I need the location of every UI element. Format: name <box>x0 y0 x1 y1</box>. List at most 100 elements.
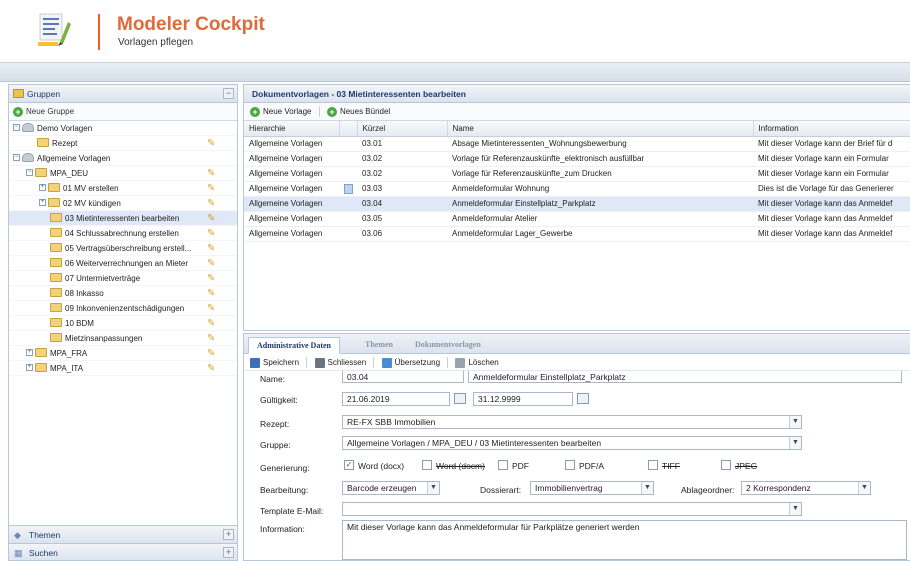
tree-item[interactable]: 10 BDM ✎ <box>9 316 237 331</box>
table-row[interactable]: Allgemeine Vorlagen 03.04 Anmeldeformular … <box>244 196 910 212</box>
tree-item[interactable]: 08 Inkasso ✎ <box>9 286 237 301</box>
tree-item[interactable]: Mietzinsanpassungen ✎ <box>9 331 237 346</box>
column-header[interactable]: Hierarchie <box>244 121 340 137</box>
pencil-icon[interactable]: ✎ <box>207 303 219 314</box>
tree-item[interactable]: − MPA_DEU ✎ <box>9 166 237 181</box>
email-template-select[interactable]: ▼ <box>342 502 802 516</box>
table-row[interactable]: Allgemeine Vorlagen 03.03 Anmeldeformular … <box>244 181 910 197</box>
information-textarea[interactable]: Mit dieser Vorlage kann das Anmeldeformu… <box>342 520 907 560</box>
dossier-select[interactable]: Immobilienvertrag ▼ <box>530 481 654 495</box>
themen-panel-header[interactable]: ◆ Themen + <box>9 525 237 543</box>
collapse-button[interactable]: − <box>223 88 234 99</box>
pencil-icon[interactable]: ✎ <box>207 318 219 329</box>
chevron-down-icon[interactable]: ▼ <box>789 503 801 515</box>
pencil-icon[interactable]: ✎ <box>207 168 219 179</box>
tree-item[interactable]: 03 Mietinteressenten bearbeiten ✎ <box>9 211 237 226</box>
collapse-icon[interactable]: − <box>13 154 20 162</box>
expand-icon[interactable]: + <box>26 349 33 357</box>
format-checkbox[interactable]: ✓ <box>344 460 354 470</box>
tab-document-templates[interactable]: Dokumentvorlagen <box>407 337 489 354</box>
expand-icon[interactable]: + <box>39 184 46 192</box>
valid-to-field[interactable]: 31.12.9999 <box>473 392 573 406</box>
pencil-icon[interactable]: ✎ <box>207 213 219 224</box>
edit-select[interactable]: Barcode erzeugen ▼ <box>342 481 440 495</box>
column-header[interactable] <box>339 121 358 137</box>
chevron-down-icon[interactable]: ▼ <box>789 437 801 449</box>
tree-item[interactable]: 04 Schlussabrechnung erstellen ✎ <box>9 226 237 241</box>
edit-value: Barcode erzeugen <box>347 483 417 493</box>
pencil-icon[interactable]: ✎ <box>207 288 219 299</box>
pencil-icon[interactable]: ✎ <box>207 243 219 254</box>
folder-select[interactable]: 2 Korrespondenz ▼ <box>741 481 871 495</box>
tree-item[interactable]: +01 MV erstellen ✎ <box>9 181 237 196</box>
expand-icon[interactable]: + <box>39 199 46 207</box>
information-label: Information: <box>260 524 305 534</box>
tree-item-label: 07 Untermietverträge <box>65 274 141 283</box>
tree-item[interactable]: + MPA_FRA ✎ <box>9 346 237 361</box>
pencil-icon[interactable]: ✎ <box>207 363 219 374</box>
calendar-icon[interactable] <box>454 393 466 404</box>
tree-item-label: Demo Vorlagen <box>37 124 93 133</box>
column-header[interactable]: Information <box>753 121 910 137</box>
pencil-icon[interactable]: ✎ <box>207 198 219 209</box>
folder-icon <box>35 168 47 178</box>
pencil-icon[interactable]: ✎ <box>207 333 219 344</box>
chevron-down-icon[interactable]: ▼ <box>641 482 653 494</box>
new-group-button[interactable]: + Neue Gruppe <box>9 103 237 121</box>
valid-from-field[interactable]: 21.06.2019 <box>342 392 450 406</box>
chevron-down-icon[interactable]: ▼ <box>789 416 801 428</box>
format-checkbox[interactable] <box>498 460 508 470</box>
table-row[interactable]: Allgemeine Vorlagen 03.01 Absage Mietinter… <box>244 136 910 152</box>
column-header[interactable]: Kürzel <box>357 121 448 137</box>
tree-item[interactable]: Rezept ✎ <box>9 136 237 151</box>
format-checkbox[interactable] <box>721 460 731 470</box>
group-select[interactable]: Allgemeine Vorlagen / MPA_DEU / 03 Mieti… <box>342 436 802 450</box>
tree-item[interactable]: + MPA_ITA ✎ <box>9 361 237 376</box>
cell-code: 03.06 <box>357 226 447 242</box>
format-label: TIFF <box>662 461 680 471</box>
tree-item[interactable]: 05 Vertragsüberschreibung erstell... ✎ <box>9 241 237 256</box>
new-template-button[interactable]: + Neue Vorlage <box>250 106 311 117</box>
format-checkbox[interactable] <box>648 460 658 470</box>
tree-item[interactable]: 07 Untermietverträge ✎ <box>9 271 237 286</box>
table-row[interactable]: Allgemeine Vorlagen 03.02 Vorlage für Refe… <box>244 166 910 182</box>
suchen-panel-header[interactable]: ▦ Suchen + <box>9 543 237 560</box>
table-row[interactable]: Allgemeine Vorlagen 03.06 Anmeldeformular … <box>244 226 910 242</box>
expand-themen-button[interactable]: + <box>223 529 234 540</box>
generation-label: Generierung: <box>260 463 310 473</box>
pencil-icon[interactable]: ✎ <box>207 348 219 359</box>
collapse-icon[interactable]: − <box>13 124 20 132</box>
name-code-field[interactable]: 03.04 <box>342 371 464 383</box>
recipe-select[interactable]: RE-FX SBB Immobilien ▼ <box>342 415 802 429</box>
tree-item[interactable]: 09 Inkonvenienzentschädigungen ✎ <box>9 301 237 316</box>
pencil-icon[interactable]: ✎ <box>207 273 219 284</box>
format-checkbox[interactable] <box>422 460 432 470</box>
expand-suchen-button[interactable]: + <box>223 547 234 558</box>
chevron-down-icon[interactable]: ▼ <box>858 482 870 494</box>
document-icon <box>344 183 353 194</box>
new-bundle-button[interactable]: + Neues Bündel <box>326 106 390 117</box>
save-button[interactable]: Speichern <box>250 357 299 368</box>
pencil-icon[interactable]: ✎ <box>207 183 219 194</box>
pencil-icon[interactable]: ✎ <box>207 258 219 269</box>
name-field[interactable]: Anmeldeformular Einstellplatz_Parkplatz <box>468 371 902 383</box>
delete-button[interactable]: Löschen <box>455 357 499 368</box>
pencil-icon[interactable]: ✎ <box>207 138 219 149</box>
chevron-down-icon[interactable]: ▼ <box>427 482 439 494</box>
calendar-icon[interactable] <box>577 393 589 404</box>
column-header[interactable]: Name <box>447 121 754 137</box>
tab-themes[interactable]: Themen <box>357 337 401 354</box>
tree-item[interactable]: − Demo Vorlagen <box>9 121 237 136</box>
tree-item[interactable]: 06 Weiterverrechnungen an Mieter ✎ <box>9 256 237 271</box>
pencil-icon[interactable]: ✎ <box>207 228 219 239</box>
close-button[interactable]: Schliessen <box>314 357 366 368</box>
translate-button[interactable]: Übersetzung <box>381 357 440 368</box>
format-checkbox[interactable] <box>565 460 575 470</box>
tree-item[interactable]: +02 MV kündigen ✎ <box>9 196 237 211</box>
table-row[interactable]: Allgemeine Vorlagen 03.05 Anmeldeformular … <box>244 211 910 227</box>
expand-icon[interactable]: + <box>26 364 33 372</box>
table-row[interactable]: Allgemeine Vorlagen 03.02 Vorlage für Refe… <box>244 151 910 167</box>
tree-item[interactable]: − Allgemeine Vorlagen <box>9 151 237 166</box>
tab-administrative-data[interactable]: Administrative Daten <box>248 337 340 354</box>
collapse-icon[interactable]: − <box>26 169 33 177</box>
